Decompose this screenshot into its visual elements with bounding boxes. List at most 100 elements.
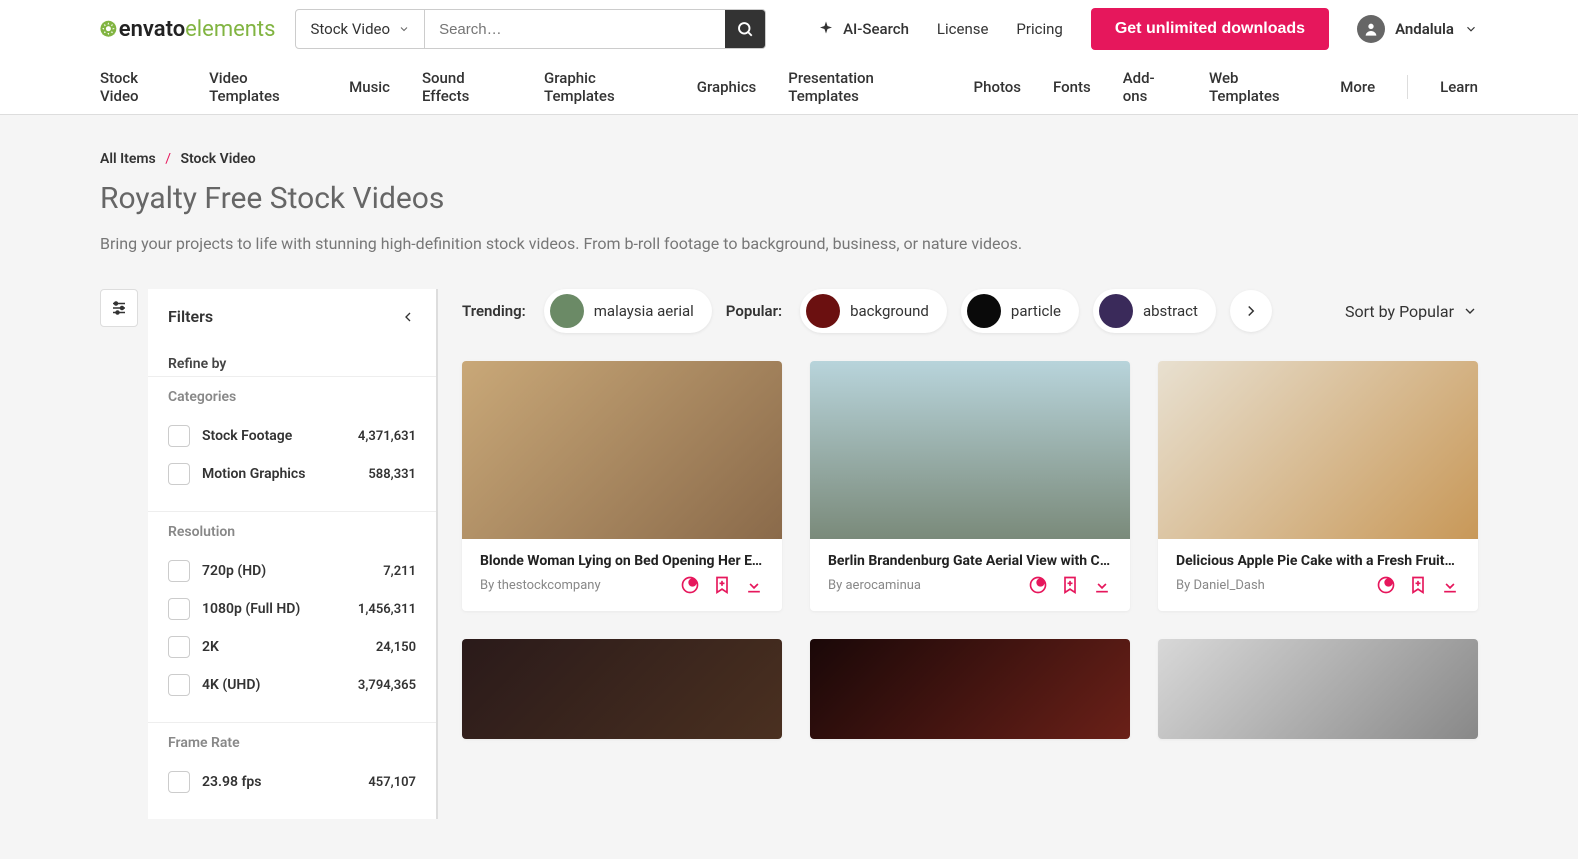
- chip-swatch: [806, 294, 840, 328]
- filter-count: 457,107: [368, 775, 416, 790]
- video-card[interactable]: [462, 639, 782, 739]
- license-link[interactable]: License: [937, 20, 989, 38]
- filter-row: 1080p (Full HD) 1,456,311: [168, 590, 416, 628]
- filter-section-framerate: Frame Rate 23.98 fps 457,107: [148, 722, 436, 819]
- filters-sidebar: Filters Refine by Categories Stock Foota…: [148, 289, 438, 819]
- search-button[interactable]: [725, 10, 765, 48]
- checkbox-1080p[interactable]: [168, 598, 190, 620]
- ai-search-link[interactable]: AI-Search: [817, 20, 909, 38]
- logo-text-1: envato: [119, 17, 185, 42]
- checkbox-720p[interactable]: [168, 560, 190, 582]
- filter-label: 720p (HD): [202, 563, 266, 579]
- header: ❂ envatoelements Stock Video AI-Search L…: [0, 0, 1578, 59]
- checkbox-stock-footage[interactable]: [168, 425, 190, 447]
- search-input[interactable]: [425, 10, 725, 48]
- bookmark-icon[interactable]: [1060, 575, 1080, 595]
- chips-next-button[interactable]: [1230, 290, 1272, 332]
- card-author[interactable]: By thestockcompany: [480, 578, 601, 593]
- filter-count: 7,211: [383, 564, 416, 579]
- filter-count: 1,456,311: [358, 602, 416, 617]
- collapse-filters-button[interactable]: [400, 309, 416, 325]
- section-title-framerate: Frame Rate: [168, 735, 416, 751]
- card-body: Berlin Brandenburg Gate Aerial View with…: [810, 539, 1130, 611]
- nav-more[interactable]: More: [1340, 78, 1375, 96]
- filter-label: 1080p (Full HD): [202, 601, 300, 617]
- thumbnail: [462, 361, 782, 539]
- filters-heading: Filters: [168, 307, 213, 326]
- breadcrumb-all-items[interactable]: All Items: [100, 151, 156, 167]
- filter-row: Motion Graphics 588,331: [168, 455, 416, 493]
- chevron-left-icon: [400, 309, 416, 325]
- nav-photos[interactable]: Photos: [974, 78, 1021, 96]
- card-title: Blonde Woman Lying on Bed Opening Her Ey…: [480, 553, 764, 569]
- card-author[interactable]: By aerocaminua: [828, 578, 921, 593]
- card-meta: By aerocaminua: [828, 575, 1112, 595]
- chip-particle[interactable]: particle: [961, 289, 1079, 333]
- card-actions: [1028, 575, 1112, 595]
- card-author[interactable]: By Daniel_Dash: [1176, 578, 1265, 593]
- bookmark-icon[interactable]: [1408, 575, 1428, 595]
- nav-presentation-templates[interactable]: Presentation Templates: [788, 69, 941, 105]
- chip-abstract[interactable]: abstract: [1093, 289, 1216, 333]
- filter-row: 720p (HD) 7,211: [168, 552, 416, 590]
- sparkle-icon: [817, 20, 835, 38]
- nav-learn[interactable]: Learn: [1407, 75, 1478, 99]
- card-actions: [1376, 575, 1460, 595]
- search-category-label: Stock Video: [310, 20, 390, 38]
- video-card[interactable]: [810, 639, 1130, 739]
- refine-by-label: Refine by: [148, 344, 436, 376]
- video-card[interactable]: Blonde Woman Lying on Bed Opening Her Ey…: [462, 361, 782, 611]
- bookmark-icon[interactable]: [712, 575, 732, 595]
- nav-music[interactable]: Music: [349, 78, 390, 96]
- filter-label: 4K (UHD): [202, 677, 260, 693]
- download-icon[interactable]: [1440, 575, 1460, 595]
- download-icon[interactable]: [1092, 575, 1112, 595]
- checkbox-23fps[interactable]: [168, 771, 190, 793]
- logo[interactable]: ❂ envatoelements: [100, 17, 275, 42]
- filter-label: 23.98 fps: [202, 774, 262, 790]
- breadcrumb: All Items / Stock Video: [100, 151, 1478, 167]
- checkbox-4k[interactable]: [168, 674, 190, 696]
- similar-icon[interactable]: [1376, 575, 1396, 595]
- similar-icon[interactable]: [1028, 575, 1048, 595]
- checkbox-2k[interactable]: [168, 636, 190, 658]
- thumbnail: [810, 361, 1130, 539]
- card-meta: By Daniel_Dash: [1176, 575, 1460, 595]
- download-icon[interactable]: [744, 575, 764, 595]
- page-header: All Items / Stock Video Royalty Free Sto…: [0, 115, 1578, 289]
- nav-sound-effects[interactable]: Sound Effects: [422, 69, 512, 105]
- nav-stock-video[interactable]: Stock Video: [100, 69, 177, 105]
- nav-web-templates[interactable]: Web Templates: [1209, 69, 1308, 105]
- page-description: Bring your projects to life with stunnin…: [100, 234, 1478, 253]
- cta-button[interactable]: Get unlimited downloads: [1091, 8, 1329, 50]
- nav-video-templates[interactable]: Video Templates: [209, 69, 317, 105]
- nav-graphic-templates[interactable]: Graphic Templates: [544, 69, 665, 105]
- filter-toggle-button[interactable]: [100, 289, 138, 327]
- card-body: Delicious Apple Pie Cake with a Fresh Fr…: [1158, 539, 1478, 611]
- results-grid: Blonde Woman Lying on Bed Opening Her Ey…: [462, 361, 1478, 739]
- pricing-link[interactable]: Pricing: [1016, 20, 1062, 38]
- nav-graphics[interactable]: Graphics: [697, 78, 756, 96]
- search-category-select[interactable]: Stock Video: [296, 10, 425, 48]
- thumbnail: [1158, 639, 1478, 739]
- chips-row: Trending: malaysia aerial Popular: backg…: [462, 289, 1478, 333]
- content-area: Trending: malaysia aerial Popular: backg…: [462, 289, 1478, 739]
- user-menu[interactable]: Andalula: [1357, 15, 1478, 43]
- chip-background[interactable]: background: [800, 289, 947, 333]
- page-title: Royalty Free Stock Videos: [100, 181, 1478, 216]
- sidebar-wrap: Filters Refine by Categories Stock Foota…: [100, 289, 438, 819]
- video-card[interactable]: Delicious Apple Pie Cake with a Fresh Fr…: [1158, 361, 1478, 611]
- filter-row: 2K24,150: [168, 628, 416, 666]
- similar-icon[interactable]: [680, 575, 700, 595]
- nav-addons[interactable]: Add-ons: [1123, 69, 1177, 105]
- checkbox-motion-graphics[interactable]: [168, 463, 190, 485]
- ai-search-label: AI-Search: [843, 20, 909, 38]
- chevron-down-icon: [1462, 303, 1478, 319]
- trending-label: Trending:: [462, 302, 526, 320]
- chip-malaysia-aerial[interactable]: malaysia aerial: [544, 289, 712, 333]
- video-card[interactable]: [1158, 639, 1478, 739]
- sort-dropdown[interactable]: Sort by Popular: [1345, 302, 1478, 321]
- nav-fonts[interactable]: Fonts: [1053, 78, 1091, 96]
- logo-text-2: elements: [185, 17, 275, 42]
- video-card[interactable]: Berlin Brandenburg Gate Aerial View with…: [810, 361, 1130, 611]
